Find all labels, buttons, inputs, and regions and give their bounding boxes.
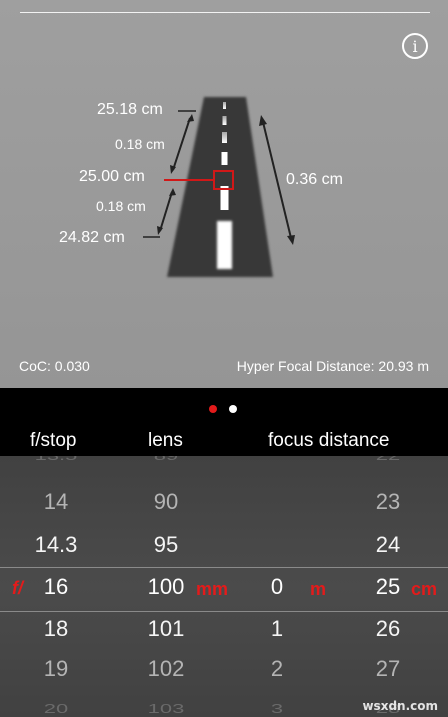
far-gap-label: 0.18 cm bbox=[115, 136, 165, 152]
arrow-head bbox=[169, 188, 176, 196]
far-limit-label: 25.18 cm bbox=[97, 101, 163, 118]
page-dot[interactable] bbox=[229, 405, 237, 413]
lens-option[interactable]: 103 bbox=[126, 701, 206, 717]
road-dash bbox=[222, 116, 227, 125]
page-dot-active[interactable] bbox=[209, 405, 217, 413]
fstop-option[interactable]: 13.5 bbox=[16, 456, 96, 464]
focus-cm-option[interactable]: 25 bbox=[348, 574, 428, 600]
focus-m-option[interactable]: 1 bbox=[237, 616, 317, 642]
selection-bottom-line bbox=[0, 611, 448, 612]
lens-option[interactable]: 95 bbox=[126, 532, 206, 558]
value-picker[interactable]: f/ mm m cm 13.51414.31618192089909510010… bbox=[0, 456, 448, 717]
fstop-option[interactable]: 14 bbox=[16, 489, 96, 515]
coc-value: CoC: 0.030 bbox=[19, 358, 90, 374]
selection-top-line bbox=[0, 567, 448, 568]
near-gap-label: 0.18 cm bbox=[96, 198, 146, 214]
near-limit-label: 24.82 cm bbox=[59, 229, 125, 246]
road-dash bbox=[223, 102, 226, 109]
lens-option[interactable]: 102 bbox=[126, 656, 206, 682]
depth-of-field-label: 0.36 cm bbox=[286, 171, 343, 188]
lens-option[interactable]: 89 bbox=[126, 456, 206, 464]
dof-visualization: i 25.18 cm 0.18 cm 25.00 cm 0.18 cm 24.8… bbox=[0, 0, 448, 388]
gap-arrow-top bbox=[172, 117, 191, 171]
focus-cm-option[interactable]: 23 bbox=[348, 489, 428, 515]
fstop-option[interactable]: 18 bbox=[16, 616, 96, 642]
lens-option[interactable]: 101 bbox=[126, 616, 206, 642]
focus-m-option[interactable]: 2 bbox=[237, 656, 317, 682]
hyper-focal-distance: Hyper Focal Distance: 20.93 m bbox=[236, 358, 429, 374]
fstop-option[interactable]: 16 bbox=[16, 574, 96, 600]
header-focus-distance: focus distance bbox=[268, 430, 390, 451]
arrow-head bbox=[259, 115, 267, 126]
road-dash bbox=[217, 221, 232, 269]
lens-option[interactable]: 100 bbox=[126, 574, 206, 600]
focus-distance-label: 25.00 cm bbox=[79, 168, 145, 185]
focus-cm-option[interactable]: 22 bbox=[348, 456, 428, 464]
gap-arrow-bottom bbox=[159, 191, 173, 232]
focus-cm-option[interactable]: 24 bbox=[348, 532, 428, 558]
focus-cm-option[interactable]: 27 bbox=[348, 656, 428, 682]
road-dash bbox=[222, 132, 227, 143]
focus-m-option[interactable]: 0 bbox=[237, 574, 317, 600]
focus-m-option[interactable]: 3 bbox=[237, 701, 317, 717]
fstop-option[interactable]: 19 bbox=[16, 656, 96, 682]
watermark: wsxdn.com bbox=[362, 699, 438, 713]
fstop-option[interactable]: 20 bbox=[16, 701, 96, 717]
column-header-bar bbox=[0, 388, 448, 432]
header-fstop: f/stop bbox=[30, 430, 77, 451]
header-lens: lens bbox=[148, 430, 183, 451]
arrow-head bbox=[187, 114, 194, 122]
focus-cm-option[interactable]: 26 bbox=[348, 616, 428, 642]
lens-option[interactable]: 90 bbox=[126, 489, 206, 515]
arrow-head bbox=[287, 235, 295, 245]
fstop-option[interactable]: 14.3 bbox=[16, 532, 96, 558]
road-dash bbox=[221, 152, 228, 165]
road-diagram bbox=[143, 97, 295, 277]
